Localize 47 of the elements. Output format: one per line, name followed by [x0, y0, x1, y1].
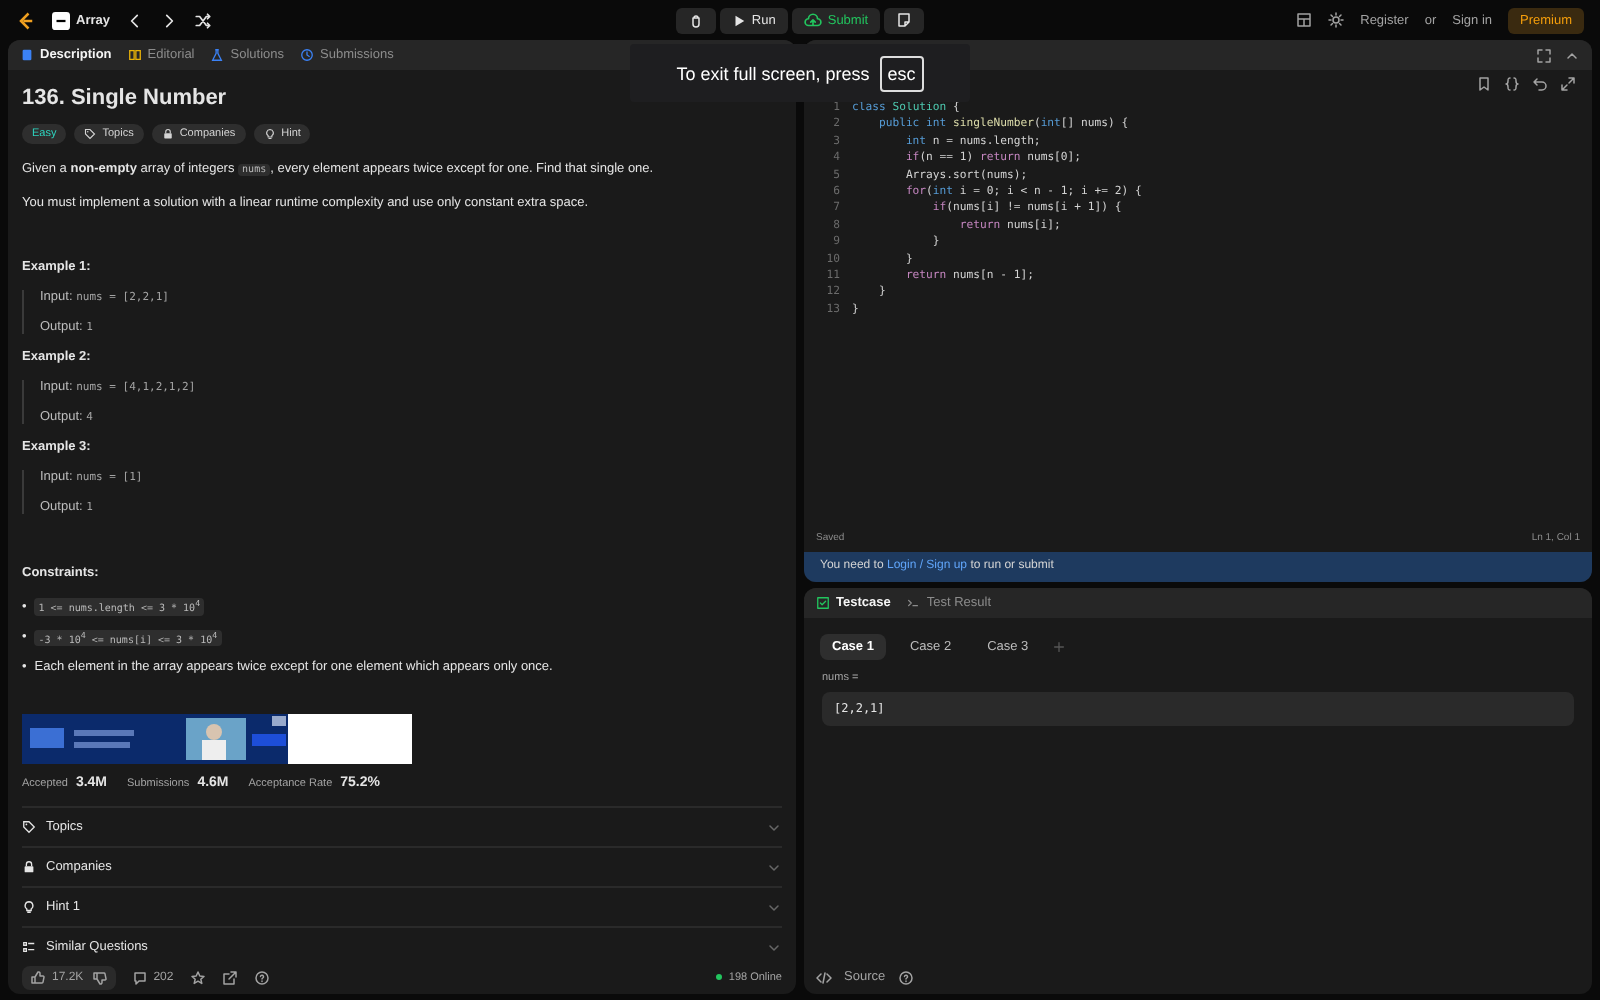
- share-icon[interactable]: [221, 969, 238, 985]
- bug-icon: [687, 12, 704, 28]
- lock-icon: [161, 128, 174, 140]
- problem-title: 136. Single Number: [22, 86, 229, 110]
- chevron-down-icon: [766, 939, 782, 956]
- clock-icon: [300, 48, 314, 62]
- previous-icon[interactable]: [125, 11, 144, 29]
- settings-icon[interactable]: [1328, 12, 1345, 28]
- list-icon: [22, 940, 36, 955]
- comment-icon: [131, 969, 148, 985]
- chevron-down-icon: [766, 859, 782, 876]
- lightbulb-icon: [22, 900, 36, 915]
- thumbs-up-icon: [30, 969, 46, 985]
- collapse-icon[interactable]: [1564, 47, 1580, 63]
- help-icon[interactable]: [897, 969, 914, 985]
- bookmark-icon[interactable]: [1476, 76, 1492, 92]
- flask-icon: [210, 48, 225, 62]
- code-icon: [816, 969, 832, 985]
- undo-icon[interactable]: [1532, 76, 1548, 92]
- layout-icon[interactable]: [1296, 12, 1313, 28]
- checkbox-icon: [816, 596, 830, 610]
- lock-icon: [22, 860, 36, 875]
- lightbulb-icon: [263, 128, 276, 140]
- notice-text: To exit full screen, press: [676, 63, 870, 83]
- fullscreen-icon[interactable]: [1536, 47, 1552, 63]
- debug-button[interactable]: [675, 7, 716, 33]
- note-icon: [896, 12, 913, 28]
- book-icon: [127, 48, 142, 62]
- help-icon[interactable]: [253, 969, 270, 985]
- document-icon: [20, 48, 34, 62]
- thumbs-down-icon[interactable]: [91, 969, 108, 985]
- star-icon[interactable]: [189, 969, 206, 985]
- key-cap: esc: [879, 55, 924, 91]
- tag-icon: [84, 128, 97, 140]
- list-badge-icon[interactable]: [52, 11, 70, 29]
- notes-button[interactable]: [884, 7, 925, 33]
- shuffle-icon[interactable]: [193, 11, 212, 29]
- online-dot: [716, 974, 723, 980]
- braces-icon[interactable]: [1504, 76, 1520, 92]
- terminal-icon: [906, 596, 921, 610]
- chevron-down-icon: [766, 899, 782, 916]
- cloud-upload-icon: [803, 11, 822, 29]
- play-icon: [731, 13, 746, 27]
- logo-icon[interactable]: [16, 9, 36, 31]
- expand-icon[interactable]: [1560, 76, 1576, 92]
- chevron-down-icon: [766, 819, 782, 836]
- tag-icon: [22, 820, 36, 835]
